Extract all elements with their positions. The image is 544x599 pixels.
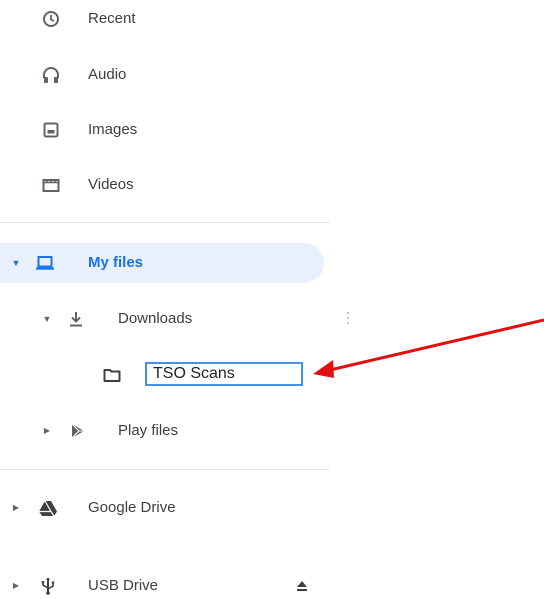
- nav-item-label: Recent: [88, 10, 136, 27]
- nav-item-label: Downloads: [118, 310, 193, 327]
- film-icon: [41, 175, 61, 195]
- download-icon: [66, 309, 86, 329]
- nav-item-label: Audio: [88, 66, 127, 83]
- resize-handle[interactable]: [347, 312, 349, 328]
- nav-item-label: Images: [88, 121, 138, 138]
- headphones-icon: [41, 65, 61, 85]
- nav-item-label: Play files: [118, 422, 179, 439]
- collapse-arrow-icon[interactable]: ▶: [9, 579, 23, 593]
- nav-item-audio[interactable]: Audio: [0, 55, 324, 95]
- divider: [0, 222, 330, 223]
- nav-item-play-files[interactable]: ▶ Play files: [0, 411, 324, 451]
- expand-arrow-icon[interactable]: ▼: [9, 256, 23, 270]
- nav-item-downloads[interactable]: ▼ Downloads: [0, 299, 324, 339]
- usb-icon: [38, 576, 58, 596]
- nav-item-my-files[interactable]: ▼ My files: [0, 243, 324, 283]
- nav-item-label: Google Drive: [88, 499, 176, 516]
- nav-item-label: My files: [88, 254, 144, 271]
- nav-item-label: Videos: [88, 176, 134, 193]
- divider: [0, 469, 330, 470]
- folder-icon: [102, 365, 122, 385]
- nav-item-images[interactable]: Images: [0, 110, 324, 150]
- folder-rename-input[interactable]: [145, 362, 303, 386]
- clock-icon: [41, 9, 61, 29]
- drive-icon: [38, 498, 58, 518]
- nav-item-label: USB Drive: [88, 577, 159, 594]
- expand-arrow-icon[interactable]: ▼: [40, 312, 54, 326]
- nav-item-usb-drive[interactable]: ▶ USB Drive: [0, 566, 324, 599]
- collapse-arrow-icon[interactable]: ▶: [9, 501, 23, 515]
- image-icon: [41, 120, 61, 140]
- laptop-icon: [35, 253, 55, 273]
- files-sidebar: Recent Audio Images Videos ▼ My files ▼: [0, 0, 330, 599]
- nav-item-google-drive[interactable]: ▶ Google Drive: [0, 488, 324, 528]
- collapse-arrow-icon[interactable]: ▶: [40, 424, 54, 438]
- nav-item-recent[interactable]: Recent: [0, 0, 324, 39]
- eject-icon[interactable]: [292, 576, 312, 596]
- play-store-icon: [68, 421, 88, 441]
- nav-item-videos[interactable]: Videos: [0, 165, 324, 205]
